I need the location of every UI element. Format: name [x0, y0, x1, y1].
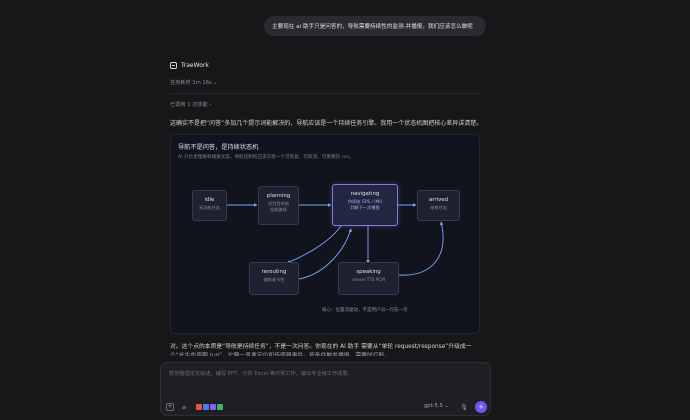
skills-toggle[interactable]: 已调用 1 次技能 ›	[170, 101, 211, 108]
node-navigating: navigating 持续收 GPS / IMU 判断下一次播报	[332, 184, 398, 226]
ppt-icon[interactable]	[196, 404, 202, 410]
add-button[interactable]: +	[166, 403, 174, 411]
node-speaking: speaking server TTS PCM	[338, 262, 399, 295]
answer-paragraph-continued: 个“长生命周期 run”，它要一直拿定位和传感器事件，按条件触发播报，需要时打断…	[170, 353, 391, 356]
node-idle-title: idle	[204, 197, 215, 203]
tool-icons[interactable]	[196, 404, 223, 410]
chevron-right-icon: ›	[209, 102, 212, 108]
microphone-icon: 🎙	[460, 403, 468, 411]
arrow-speaking-navigating	[398, 221, 444, 276]
node-speaking-title: speaking	[356, 269, 381, 275]
chevron-down-icon: ⌄	[444, 403, 449, 409]
node-speaking-sub: server TTS PCM	[352, 277, 385, 282]
ai-icon[interactable]	[210, 404, 216, 410]
node-arrived-title: arrived	[428, 197, 449, 203]
node-rerouting: rerouting 偏航或卡住	[249, 262, 299, 295]
paperclip-icon: ⌀	[182, 403, 186, 411]
node-idle-sub: 无导航任务	[199, 205, 220, 210]
mic-button[interactable]: 🎙	[460, 403, 468, 411]
plus-icon: +	[167, 403, 173, 410]
answer-paragraph: 对。这个点的本质是“导航是持续任务”，不是一次问答。你现在的 AI 助手 需要从…	[170, 344, 472, 350]
diagram-arrows	[227, 203, 444, 280]
node-navigating-sub2: 判断下一次播报	[350, 205, 380, 210]
model-select[interactable]: gpt-5.5 ⌄	[424, 403, 449, 409]
composer: + ⌀ gpt-5.5 ⌄ 🎙 +	[160, 362, 491, 416]
model-label: gpt-5.5	[424, 403, 443, 409]
plus-icon: +	[478, 403, 484, 411]
send-button[interactable]: +	[475, 401, 487, 413]
arrow-navigating-rerouting	[286, 225, 342, 264]
intro-paragraph: 这确实不是把“问答”多加几个提示词能解决的，导航应该是一个持续任务引擎。我用一个…	[170, 120, 483, 127]
node-idle: idle 无导航任务	[192, 190, 227, 221]
chevron-down-icon: ⌄	[213, 80, 218, 86]
node-arrived: arrived 结束任务	[417, 190, 460, 221]
node-arrived-sub: 结束任务	[430, 205, 447, 210]
node-rerouting-title: rerouting	[261, 269, 287, 275]
diagram-note: 核心：位置流驱动，不是用户问一句答一句	[322, 308, 408, 313]
task-time-label: 任务耗时 1m 16s	[170, 80, 212, 86]
attach-button[interactable]: ⌀	[180, 403, 188, 411]
agent-header: TraeWork	[170, 62, 209, 69]
node-planning: planning 识别目的地 拉取路线	[258, 186, 299, 225]
sheet-icon[interactable]	[217, 404, 223, 410]
task-time-toggle[interactable]: 任务耗时 1m 16s ⌄	[170, 79, 218, 86]
doc-icon[interactable]	[203, 404, 209, 410]
user-message-text: 主要现在 ai 助手只是问答的，导航需要持续性的监测-并播报，我们应该怎么做呢	[272, 24, 473, 30]
node-planning-title: planning	[266, 193, 291, 199]
agent-logo-icon	[170, 62, 177, 69]
agent-name: TraeWork	[181, 62, 209, 69]
composer-input[interactable]	[167, 370, 489, 378]
node-planning-sub2: 拉取路线	[270, 207, 287, 212]
node-navigating-title: navigating	[350, 191, 380, 197]
skills-label: 已调用 1 次技能	[170, 102, 208, 108]
node-rerouting-sub: 偏航或卡住	[263, 277, 285, 282]
divider	[170, 93, 480, 94]
user-message-bubble: 主要现在 ai 助手只是问答的，导航需要持续性的监测-并播报，我们应该怎么做呢	[264, 16, 486, 36]
state-machine-card: 导航不是问答，是持续状态机 AI 只负责理解和播报文案，导航控制权应该交给一个可…	[170, 134, 480, 334]
